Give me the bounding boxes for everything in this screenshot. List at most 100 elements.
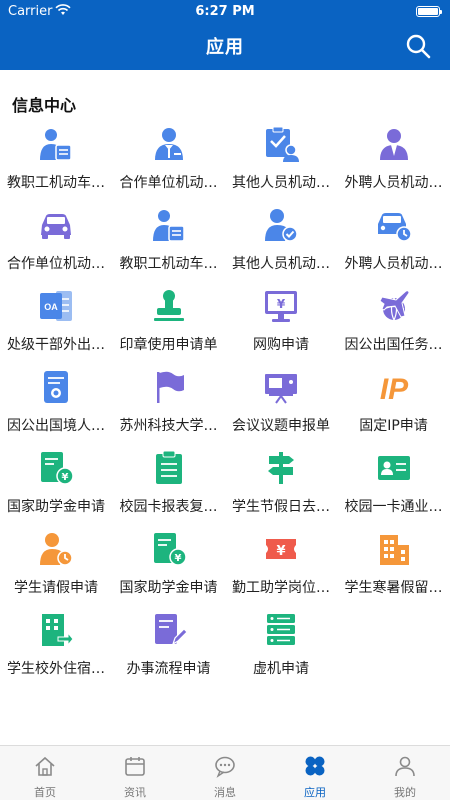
tab-apps[interactable]: 应用 [270, 746, 360, 801]
app-label: 合作单位机动… [119, 175, 218, 191]
app-label: 网购申请 [253, 337, 309, 353]
section-title: 信息中心 [12, 96, 77, 115]
edit-doc-icon [151, 612, 188, 648]
app-label: 外聘人员机动… [344, 256, 443, 272]
tab-label: 我的 [394, 786, 416, 799]
person-clock-icon [38, 531, 74, 567]
app-label: 国家助学金申请 [7, 499, 105, 515]
app-label: 虚机申请 [253, 661, 309, 677]
oa-icon: OA [38, 288, 74, 324]
app-label: 学生校外住宿… [7, 661, 105, 677]
app-item[interactable]: 合作单位机动… [113, 120, 225, 202]
app-label: 印章使用申请单 [119, 337, 218, 353]
app-item[interactable]: 教职工机动车… [0, 120, 112, 202]
car-icon [38, 207, 74, 243]
battery-icon [416, 6, 442, 17]
monitor-yen-icon: ¥ [263, 288, 299, 324]
app-label: 处级干部外出… [7, 337, 105, 353]
tab-label: 首页 [34, 786, 56, 799]
flag-icon [151, 369, 187, 405]
app-item[interactable]: ¥ 勤工助学岗位… [225, 525, 337, 607]
app-item[interactable]: 因公出国境人… [0, 363, 112, 445]
server-icon [263, 612, 299, 648]
building-icon [376, 531, 412, 567]
svg-text:¥: ¥ [277, 297, 286, 311]
app-item[interactable]: 教职工机动车… [113, 201, 225, 283]
presentation-icon [263, 369, 299, 405]
svg-text:¥: ¥ [276, 544, 285, 559]
app-item[interactable]: 其他人员机动… [225, 201, 337, 283]
tab-profile[interactable]: 我的 [360, 746, 450, 801]
app-item[interactable]: 办事流程申请 [113, 606, 225, 688]
search-button[interactable] [404, 32, 432, 60]
status-time: 6:27 PM [195, 4, 255, 19]
signpost-icon [263, 450, 299, 486]
app-item[interactable]: IP 固定IP申请 [338, 363, 450, 445]
svg-text:IP: IP [379, 373, 408, 405]
car-clock-icon [376, 207, 412, 243]
tab-chat[interactable]: 消息 [180, 746, 270, 801]
app-label: 合作单位机动… [7, 256, 105, 272]
profile-icon [393, 754, 417, 778]
partner-person-icon [151, 126, 187, 162]
app-label: 学生节假日去… [232, 499, 330, 515]
report-clipboard-icon [151, 450, 187, 486]
grant-receipt-icon: ¥ [151, 531, 187, 567]
tab-label: 资讯 [124, 786, 146, 799]
app-item[interactable]: 学生校外住宿… [0, 606, 112, 688]
building-arrow-icon [38, 612, 74, 648]
app-item[interactable]: 校园卡报表复… [113, 444, 225, 526]
app-label: 办事流程申请 [126, 661, 211, 677]
tab-bar: 首页 资讯 消息 应用 我的 [0, 745, 450, 800]
tab-label: 消息 [214, 786, 236, 799]
app-item[interactable]: 学生节假日去… [225, 444, 337, 526]
staff-doc-icon [151, 207, 187, 243]
app-label: 校园一卡通业… [344, 499, 443, 515]
grant-doc-icon: ¥ [38, 450, 74, 486]
top-bar: Carrier 6:27 PM 应用 [0, 0, 450, 70]
stamp-icon [151, 288, 187, 324]
svg-text:OA: OA [44, 302, 58, 312]
app-label: 其他人员机动… [232, 256, 330, 272]
app-label: 教职工机动车… [7, 175, 105, 191]
hired-person-icon [376, 126, 412, 162]
calendar-icon [123, 754, 147, 778]
app-item[interactable]: ¥ 网购申请 [225, 282, 337, 364]
app-item[interactable]: OA 处级干部外出… [0, 282, 112, 364]
app-item[interactable]: 校园一卡通业… [338, 444, 450, 526]
tab-home[interactable]: 首页 [0, 746, 90, 801]
app-item[interactable]: 虚机申请 [225, 606, 337, 688]
clipboard-person-icon [263, 126, 299, 162]
ip-icon: IP [376, 369, 412, 406]
app-item[interactable]: 其他人员机动… [225, 120, 337, 202]
app-item[interactable]: 外聘人员机动… [338, 120, 450, 202]
app-label: 教职工机动车… [119, 256, 218, 272]
app-item[interactable]: ¥ 国家助学金申请 [0, 444, 112, 526]
app-item[interactable]: ¥ 国家助学金申请 [113, 525, 225, 607]
tab-label: 应用 [304, 786, 326, 799]
app-item[interactable]: 印章使用申请单 [113, 282, 225, 364]
app-label: 固定IP申请 [359, 418, 428, 434]
app-label: 外聘人员机动… [344, 175, 443, 191]
yen-ticket-icon: ¥ [263, 531, 299, 567]
plane-globe-icon [376, 288, 412, 324]
search-icon [406, 34, 431, 59]
app-item[interactable]: 苏州科技大学… [113, 363, 225, 445]
app-label: 国家助学金申请 [119, 580, 218, 596]
app-label: 会议议题申报单 [232, 418, 330, 434]
staff-vehicle-doc-icon [38, 126, 74, 162]
app-item[interactable]: 学生寒暑假留… [338, 525, 450, 607]
app-label: 因公出国境人… [7, 418, 105, 434]
app-item[interactable]: 因公出国任务… [338, 282, 450, 364]
app-item[interactable]: 会议议题申报单 [225, 363, 337, 445]
app-label: 学生寒暑假留… [344, 580, 443, 596]
tab-calendar[interactable]: 资讯 [90, 746, 180, 801]
app-label: 其他人员机动… [232, 175, 330, 191]
svg-text:¥: ¥ [174, 553, 181, 564]
app-item[interactable]: 学生请假申请 [0, 525, 112, 607]
passport-icon [38, 369, 74, 405]
chat-icon [213, 754, 237, 778]
app-item[interactable]: 合作单位机动… [0, 201, 112, 283]
home-icon [33, 754, 57, 778]
app-item[interactable]: 外聘人员机动… [338, 201, 450, 283]
